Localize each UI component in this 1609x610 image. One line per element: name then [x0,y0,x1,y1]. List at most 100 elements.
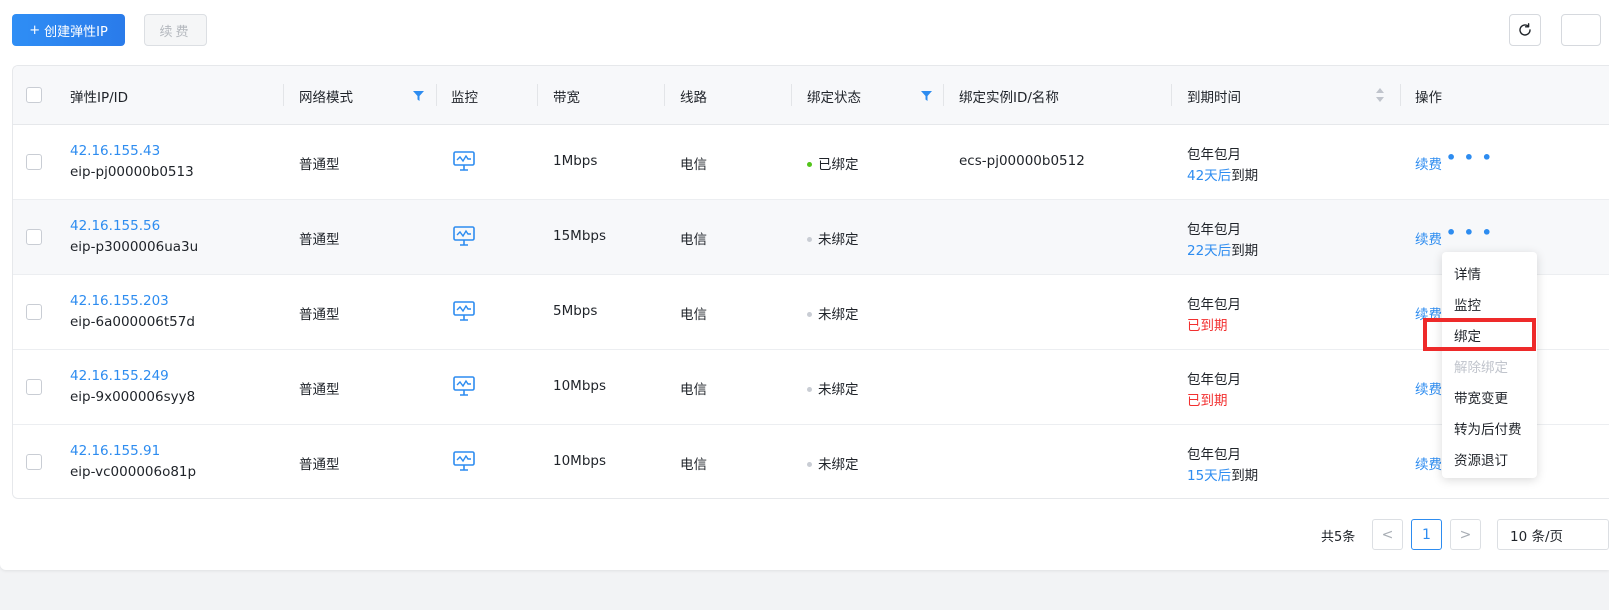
network-mode: 普通型 [299,232,340,248]
status-dot [807,386,812,392]
column-divider [791,84,792,106]
column-divider [1171,84,1172,106]
settings-button[interactable] [1561,14,1601,46]
renew-link[interactable]: 续费 [1415,153,1442,173]
line: 电信 [680,232,707,248]
refresh-button[interactable] [1509,14,1541,46]
more-actions-icon[interactable]: • • • [1446,223,1493,242]
monitor-icon[interactable] [453,376,475,396]
expire-suffix: 到期 [1231,468,1259,484]
expire-days: 已到期 [1187,318,1228,334]
expire-suffix: 到期 [1231,168,1259,184]
more-actions-menu: 详情 监控 绑定 解除绑定 带宽变更 转为后付费 资源退订 [1442,252,1537,478]
col-header-network-mode: 网络模式 [299,89,353,106]
eip-address-link[interactable]: 42.16.155.203 [70,293,169,309]
column-divider [943,84,944,106]
renew-link[interactable]: 续费 [1415,228,1442,248]
expire-days: 42天后 [1187,168,1232,184]
filter-icon[interactable] [921,91,932,101]
renew-link[interactable]: 续费 [1415,453,1442,473]
bandwidth: 15Mbps [553,228,606,244]
monitor-icon[interactable] [453,151,475,171]
monitor-icon[interactable] [453,301,475,321]
line: 电信 [680,382,707,398]
table-row: 42.16.155.91 eip-vc000006o81p 普通型 10Mbps… [13,425,1609,498]
billing-type: 包年包月 [1187,222,1241,238]
row-checkbox[interactable] [26,229,42,245]
bind-status: 未绑定 [807,378,859,398]
network-mode: 普通型 [299,157,340,173]
status-dot [807,311,812,317]
eip-address-link[interactable]: 42.16.155.43 [70,143,160,159]
column-divider [1400,84,1401,106]
bandwidth: 5Mbps [553,303,598,319]
menu-item-monitor[interactable]: 监控 [1454,294,1481,314]
eip-id: eip-vc000006o81p [70,464,197,480]
expire-days: 15天后 [1187,468,1232,484]
more-actions-icon[interactable]: • • • [1446,148,1493,167]
menu-item-unsubscribe[interactable]: 资源退订 [1454,449,1508,469]
plus-icon: + [29,22,41,38]
column-divider [537,84,538,106]
eip-id: eip-6a000006t57d [70,314,195,330]
sort-icon[interactable] [1376,88,1384,102]
page-size-select[interactable]: 10 条/页 [1497,519,1609,550]
bind-status-text: 未绑定 [818,232,859,248]
col-header-line: 线路 [680,89,707,106]
status-dot [807,236,812,242]
prev-page-button[interactable]: < [1372,519,1403,550]
expire-time: 22天后到期 [1187,239,1258,259]
eip-id: eip-p3000006ua3u [70,239,199,255]
eip-id: eip-pj00000b0513 [70,164,194,180]
network-mode: 普通型 [299,457,340,473]
column-divider [664,84,665,106]
expire-days: 22天后 [1187,243,1232,259]
bandwidth: 10Mbps [553,378,606,394]
table-row: 42.16.155.43 eip-pj00000b0513 普通型 1Mbps … [13,125,1609,200]
filter-icon[interactable] [413,91,424,101]
row-checkbox[interactable] [26,379,42,395]
column-divider [436,84,437,106]
row-checkbox[interactable] [26,154,42,170]
menu-item-convert-postpaid[interactable]: 转为后付费 [1454,418,1522,438]
col-header-bind-status: 绑定状态 [807,89,861,106]
bandwidth: 10Mbps [553,453,606,469]
eip-address-link[interactable]: 42.16.155.91 [70,443,160,459]
menu-item-details[interactable]: 详情 [1454,263,1481,283]
select-all-checkbox[interactable] [26,87,42,103]
expire-time: 已到期 [1187,314,1228,334]
menu-item-bandwidth-change[interactable]: 带宽变更 [1454,387,1508,407]
bind-status-text: 未绑定 [818,307,859,323]
billing-type: 包年包月 [1187,297,1241,313]
renew-link[interactable]: 续费 [1415,378,1442,398]
menu-item-unbind: 解除绑定 [1454,360,1508,376]
col-header-expire: 到期时间 [1187,89,1241,106]
bandwidth: 1Mbps [553,153,598,169]
eip-address-link[interactable]: 42.16.155.249 [70,368,169,384]
create-eip-button[interactable]: + 创建弹性IP [12,14,125,46]
expire-time: 15天后到期 [1187,464,1258,484]
line: 电信 [680,307,707,323]
next-page-button[interactable]: > [1450,519,1481,550]
row-checkbox[interactable] [26,304,42,320]
renew-button[interactable]: 续费 [144,14,207,46]
create-eip-label: 创建弹性IP [44,24,108,40]
col-header-actions: 操作 [1415,89,1442,106]
expire-time: 42天后到期 [1187,164,1258,184]
table-header: 弹性IP/ID 网络模式 监控 带宽 线路 绑定状态 绑定实例ID/名称 到期时… [13,66,1609,125]
monitor-icon[interactable] [453,226,475,246]
eip-table: 弹性IP/ID 网络模式 监控 带宽 线路 绑定状态 绑定实例ID/名称 到期时… [12,65,1609,499]
line: 电信 [680,457,707,473]
bind-status-text: 未绑定 [818,457,859,473]
bind-status-text: 已绑定 [818,157,859,173]
eip-address-link[interactable]: 42.16.155.56 [70,218,160,234]
billing-type: 包年包月 [1187,147,1241,163]
col-header-bandwidth: 带宽 [553,89,580,106]
bind-status: 未绑定 [807,453,859,473]
page-number-button[interactable]: 1 [1411,519,1442,550]
row-checkbox[interactable] [26,454,42,470]
col-header-ip: 弹性IP/ID [70,89,129,106]
bind-status: 未绑定 [807,228,859,248]
status-dot [807,161,812,167]
monitor-icon[interactable] [453,451,475,471]
